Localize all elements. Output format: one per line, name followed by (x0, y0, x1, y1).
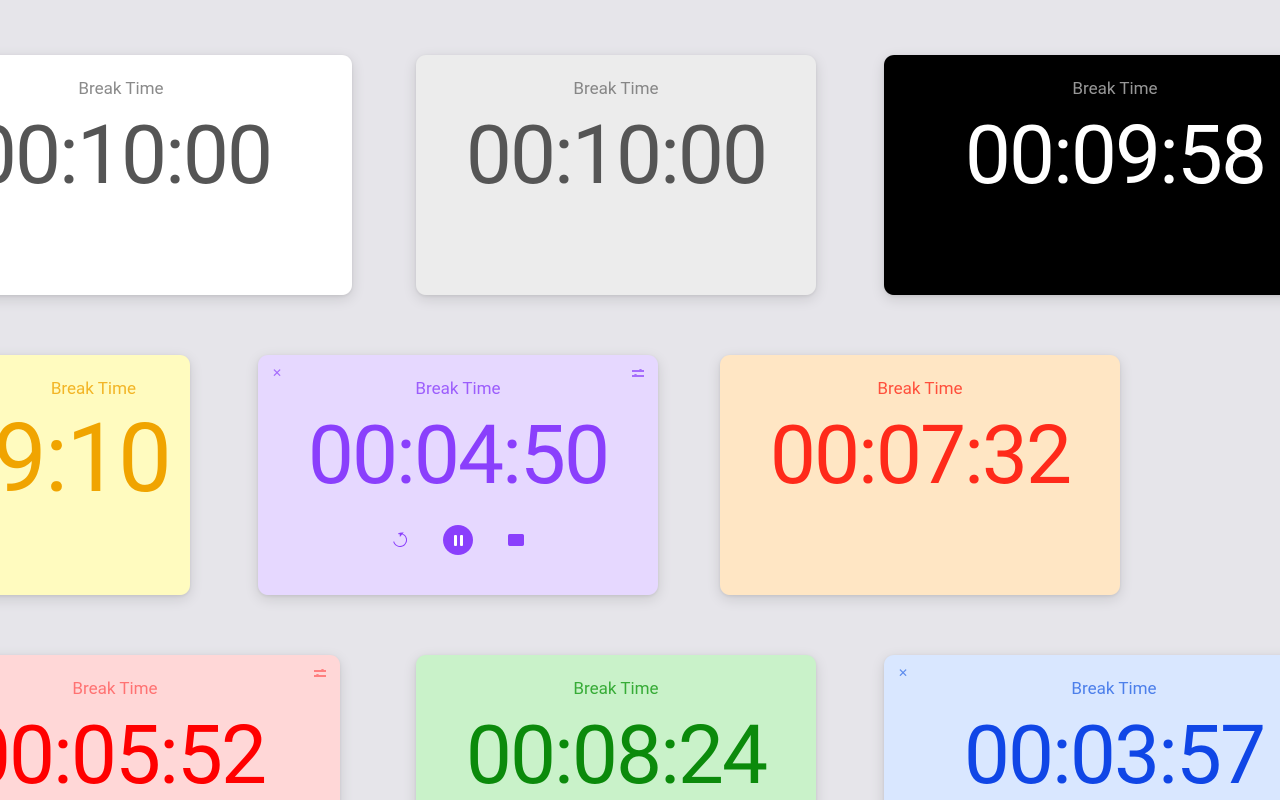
pause-button[interactable] (443, 525, 473, 555)
timer-card-blue: ✕ Break Time 00:03:57 (884, 655, 1280, 800)
timer-title: Break Time (78, 79, 163, 99)
timer-value: 00:05:52 (0, 713, 265, 799)
timer-value: 00:03:57 (964, 713, 1264, 799)
timer-card-yellow: Break Time 9:10 (0, 355, 190, 595)
timer-card-black: Break Time 00:09:58 (884, 55, 1280, 295)
close-icon[interactable]: ✕ (898, 667, 908, 679)
fullscreen-button[interactable] (501, 525, 531, 555)
timer-value: 00:04:50 (308, 413, 608, 499)
settings-icon[interactable] (632, 367, 644, 382)
timer-card-white: Break Time 00:10:00 (0, 55, 352, 295)
reset-button[interactable] (385, 525, 415, 555)
timer-value: 00:07:32 (770, 413, 1070, 499)
timer-title: Break Time (415, 379, 500, 399)
timer-card-grey: Break Time 00:10:00 (416, 55, 816, 295)
settings-icon[interactable] (314, 667, 326, 682)
timer-card-pink: Break Time 00:05:52 (0, 655, 340, 800)
timer-card-green: Break Time 00:08:24 (416, 655, 816, 800)
timer-title: Break Time (573, 79, 658, 99)
timer-value: 00:10:00 (0, 113, 271, 199)
timer-controls (385, 525, 531, 555)
timer-card-orange: Break Time 00:07:32 (720, 355, 1120, 595)
timer-title: Break Time (72, 679, 157, 699)
timer-value: 9:10 (0, 409, 170, 510)
timer-value: 00:09:58 (965, 113, 1265, 199)
timer-title: Break Time (1071, 679, 1156, 699)
timer-value: 00:08:24 (466, 713, 766, 799)
timer-value: 00:10:00 (466, 113, 766, 199)
timer-title: Break Time (1072, 79, 1157, 99)
timer-title: Break Time (51, 379, 136, 399)
timer-title: Break Time (877, 379, 962, 399)
timer-title: Break Time (573, 679, 658, 699)
timer-card-purple: ✕ Break Time 00:04:50 (258, 355, 658, 595)
close-icon[interactable]: ✕ (272, 367, 282, 379)
